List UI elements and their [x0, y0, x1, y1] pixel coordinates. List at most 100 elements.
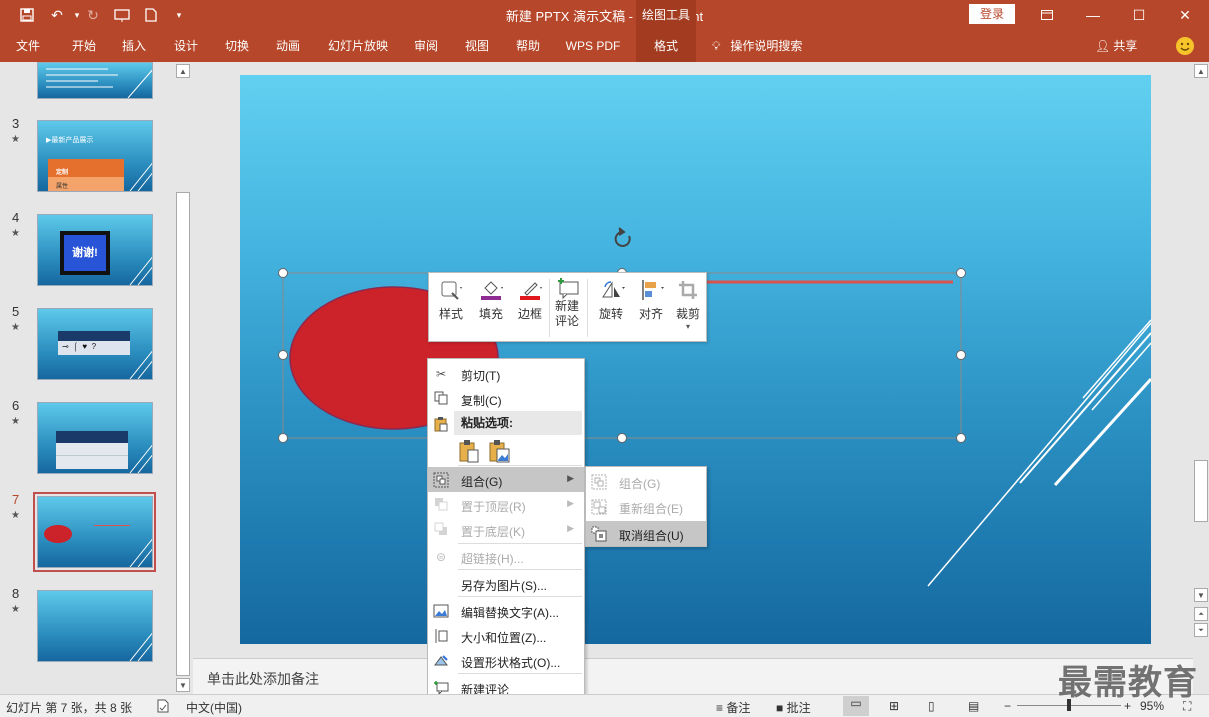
tab-wps-pdf[interactable]: WPS PDF: [560, 30, 626, 62]
slide-thumbnail-7[interactable]: [37, 496, 153, 568]
submenu-arrow-icon: ▶: [567, 473, 574, 483]
menu-item-send-to-back[interactable]: 置于底层(K) ▶: [428, 517, 584, 542]
maximize-icon[interactable]: ☐: [1116, 0, 1162, 30]
tab-format[interactable]: 格式: [636, 30, 696, 62]
menu-item-format-shape[interactable]: 设置形状格式(O)...: [428, 648, 584, 673]
ribbon-display-options-icon[interactable]: [1024, 0, 1070, 30]
zoom-out-icon[interactable]: −: [1004, 699, 1011, 713]
new-comment-label-2: 评论: [554, 314, 579, 328]
menu-item-copy[interactable]: 复制(C): [428, 386, 584, 411]
close-icon[interactable]: ✕: [1162, 0, 1208, 30]
minimize-icon[interactable]: —: [1070, 0, 1116, 30]
slide-thumbnail-3[interactable]: ▶最新产品展示 定制 属性: [37, 120, 153, 192]
normal-view-icon[interactable]: ▭: [843, 696, 869, 716]
new-comment-button[interactable]: 新建 评论: [551, 275, 583, 337]
menu-label: 另存为图片(S)...: [461, 579, 547, 593]
title-bar: ↶ ▾ ↻ ▾ 新建 PPTX 演示文稿 - PowerPoint 绘图工具 登…: [0, 0, 1209, 30]
comments-toggle[interactable]: ■ 批注: [776, 699, 811, 716]
submenu-item-group[interactable]: 组合(G): [586, 469, 706, 494]
toolbar-separator: [587, 279, 588, 337]
scroll-down-arrow-icon[interactable]: ▼: [1194, 588, 1208, 602]
menu-label: 重新组合(E): [619, 502, 683, 516]
menu-label: 设置形状格式(O)...: [461, 656, 561, 670]
menu-item-hyperlink[interactable]: ⊜ 超链接(H)...: [428, 544, 584, 569]
spell-check-icon[interactable]: [156, 699, 170, 716]
menu-item-bring-to-front[interactable]: 置于顶层(R) ▶: [428, 492, 584, 517]
next-slide-icon[interactable]: ⏷: [1194, 623, 1208, 637]
slide-sorter-icon[interactable]: ⊞: [889, 699, 899, 713]
notes-toggle[interactable]: ≡ 备注: [716, 699, 750, 716]
tab-review[interactable]: 审阅: [404, 30, 448, 62]
thumbnail-scrollbar[interactable]: ▲ ▼: [175, 62, 191, 694]
tab-insert[interactable]: 插入: [112, 30, 156, 62]
tab-transitions[interactable]: 切换: [215, 30, 259, 62]
menu-item-group[interactable]: 组合(G) ▶: [428, 467, 584, 492]
scroll-down-arrow-icon[interactable]: ▼: [176, 678, 190, 692]
shape-fill-button[interactable]: 填充: [474, 277, 508, 339]
tell-me-search[interactable]: 💡︎ 操作说明搜索: [712, 30, 802, 62]
scrollbar-thumb[interactable]: [176, 192, 190, 676]
slide-canvas[interactable]: [240, 75, 1151, 644]
notes-icon: ≡: [716, 701, 724, 715]
feedback-smiley-icon[interactable]: [1176, 37, 1194, 55]
paste-as-picture-icon[interactable]: [488, 439, 510, 466]
slide-number-8: 8: [12, 586, 20, 601]
reading-view-icon[interactable]: ▯: [928, 699, 935, 713]
toolbar-separator: [549, 279, 550, 337]
login-button[interactable]: 登录: [969, 4, 1015, 24]
menu-item-edit-alt-text[interactable]: 编辑替换文字(A)...: [428, 598, 584, 623]
tab-animations[interactable]: 动画: [266, 30, 310, 62]
slide-number-4: 4: [12, 210, 20, 225]
alt-text-icon: [433, 603, 449, 619]
slide-thumbnail-2[interactable]: [37, 62, 153, 99]
crop-icon: [677, 279, 699, 301]
menu-label: 超链接(H)...: [461, 552, 524, 566]
comments-label: 批注: [786, 701, 811, 715]
tab-help[interactable]: 帮助: [506, 30, 550, 62]
menu-item-save-as-picture[interactable]: 另存为图片(S)...: [428, 571, 584, 596]
scroll-up-arrow-icon[interactable]: ▲: [176, 64, 190, 78]
align-button[interactable]: 对齐: [633, 277, 669, 339]
slide-thumbnail-5[interactable]: ⊸ ⌠ ♥ ?: [37, 308, 153, 380]
slide-thumbnail-8[interactable]: [37, 590, 153, 662]
tab-view[interactable]: 视图: [455, 30, 499, 62]
crop-button[interactable]: 裁剪 ▾: [671, 277, 705, 339]
tab-design[interactable]: 设计: [164, 30, 208, 62]
menu-item-size-position[interactable]: 大小和位置(Z)...: [428, 623, 584, 648]
hyperlink-icon: ⊜: [435, 550, 447, 564]
lightbulb-icon: 💡︎: [712, 39, 721, 53]
slide-scrollbar[interactable]: ▲ ▼ ⏶ ⏷: [1193, 62, 1209, 658]
tab-home[interactable]: 开始: [62, 30, 106, 62]
submenu-item-regroup[interactable]: 重新组合(E): [586, 494, 706, 519]
mini-toolbar: 样式 填充 边框 新建 评论 旋转 对齐 裁剪 ▾: [428, 272, 707, 342]
crop-label: 裁剪: [675, 307, 700, 321]
previous-slide-icon[interactable]: ⏶: [1194, 607, 1208, 621]
menu-item-cut[interactable]: ✂ 剪切(T): [428, 361, 584, 386]
paste-option-buttons: [428, 437, 584, 467]
paste-use-destination-theme-icon[interactable]: [458, 439, 480, 466]
slide-thumbnail-6[interactable]: [37, 402, 153, 474]
align-icon: [640, 279, 664, 301]
shape-style-button[interactable]: 样式: [435, 277, 467, 339]
person-icon: 👤︎: [1095, 39, 1111, 53]
rotate-button[interactable]: 旋转: [593, 277, 629, 339]
tab-file[interactable]: 文件: [6, 30, 50, 62]
scrollbar-thumb[interactable]: [1194, 460, 1208, 522]
notes-pane[interactable]: 单击此处添加备注: [193, 658, 1193, 694]
share-button[interactable]: 👤︎ 共享: [1095, 30, 1137, 62]
slide-number-6: 6: [12, 398, 20, 413]
submenu-item-ungroup[interactable]: 取消组合(U): [586, 521, 706, 546]
slideshow-view-icon[interactable]: ▤: [968, 699, 979, 713]
comment-plus-icon: [556, 277, 579, 300]
scroll-up-arrow-icon[interactable]: ▲: [1194, 64, 1208, 78]
paint-bucket-icon: [480, 279, 503, 301]
share-label: 共享: [1113, 39, 1138, 53]
pen-outline-icon: [519, 279, 542, 301]
slide-thumbnail-4[interactable]: 谢谢!: [37, 214, 153, 286]
context-menu: ✂ 剪切(T) 复制(C) 粘贴选项: 组合(G) ▶ 置于顶层(R) ▶ 置于…: [427, 358, 585, 701]
size-position-icon: [433, 628, 449, 644]
shape-outline-button[interactable]: 边框: [513, 277, 547, 339]
language-status[interactable]: 中文(中国): [186, 699, 242, 716]
tab-slideshow[interactable]: 幻灯片放映: [322, 30, 394, 62]
animation-star-icon: ★: [11, 134, 20, 145]
